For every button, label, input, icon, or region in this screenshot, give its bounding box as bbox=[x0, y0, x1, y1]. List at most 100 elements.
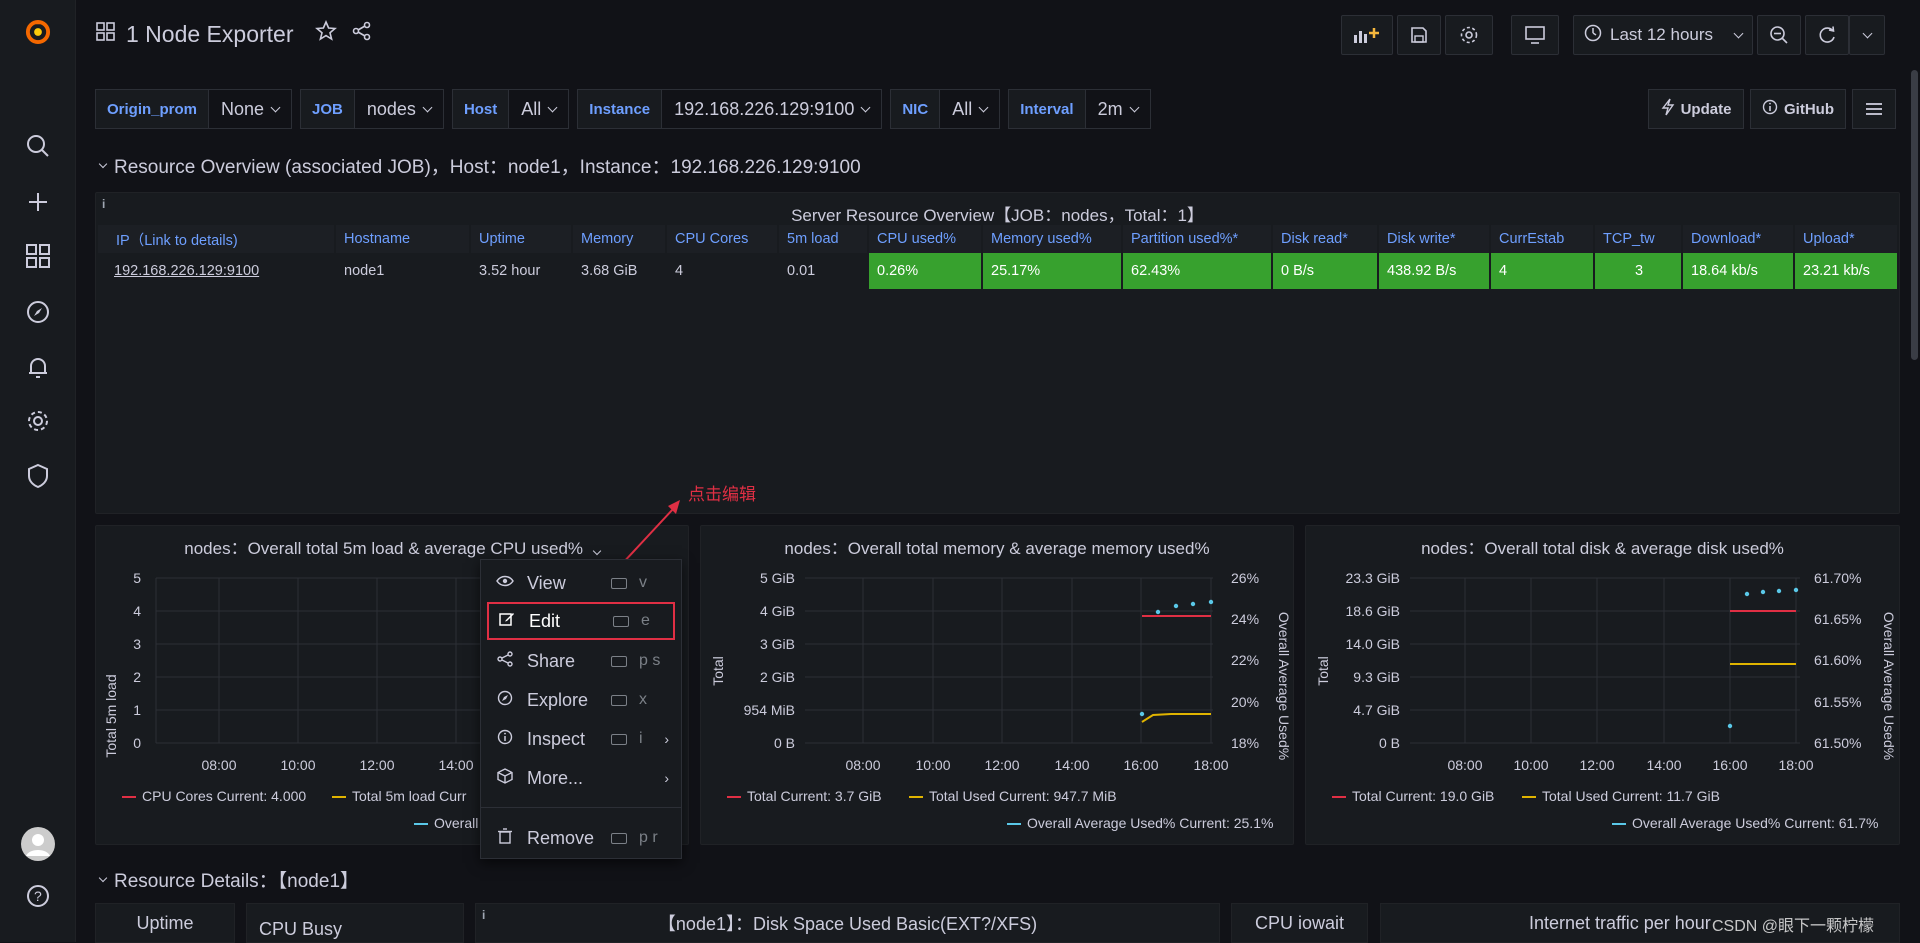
column-header[interactable]: Disk write* bbox=[1379, 225, 1489, 253]
column-header[interactable]: Upload* bbox=[1795, 225, 1897, 253]
x-tick: 12:00 bbox=[984, 757, 1019, 773]
grafana-logo-icon[interactable] bbox=[24, 18, 52, 46]
legend-item-total-used[interactable]: Total Used Current: 947.7 MiB bbox=[909, 788, 1117, 804]
y-tick: 14.0 GiB bbox=[1346, 636, 1400, 652]
legend-item-overall[interactable]: Overall bbox=[414, 815, 478, 831]
y2-tick: 61.70% bbox=[1814, 570, 1861, 586]
panel-title[interactable]: Internet traffic per hour bbox=[1529, 913, 1711, 934]
dashboard-title-area: 1 Node Exporter bbox=[96, 19, 373, 48]
hamburger-menu-button[interactable] bbox=[1852, 89, 1896, 129]
chevron-down-icon bbox=[547, 102, 558, 112]
template-variables: Origin_prom None JOB nodes Host All Inst… bbox=[95, 89, 1159, 129]
time-range-picker[interactable]: Last 12 hours bbox=[1573, 15, 1753, 55]
zoom-out-button[interactable] bbox=[1757, 15, 1801, 55]
column-header[interactable]: CPU used% bbox=[869, 225, 981, 253]
github-link-button[interactable]: GitHub bbox=[1750, 89, 1846, 129]
panel-title[interactable]: CPU Busy bbox=[259, 919, 342, 940]
column-header[interactable]: Disk read* bbox=[1273, 225, 1377, 253]
column-header[interactable]: Partition used%* bbox=[1123, 225, 1271, 253]
alerting-bell-icon[interactable] bbox=[24, 353, 52, 381]
menu-item-label: Remove bbox=[527, 827, 595, 848]
legend-item-overall-used[interactable]: Overall Average Used% Current: 25.1% bbox=[1007, 815, 1273, 831]
panel-title[interactable]: CPU iowait bbox=[1255, 913, 1344, 934]
ip-details-link[interactable]: 192.168.226.129:9100 bbox=[114, 263, 259, 279]
legend-item-total[interactable]: Total Current: 19.0 GiB bbox=[1332, 788, 1494, 804]
row-toggle-resource-overview[interactable]: Resource Overview (associated JOB)，Host：… bbox=[98, 152, 861, 179]
refresh-button[interactable] bbox=[1805, 15, 1849, 55]
help-icon[interactable]: ? bbox=[24, 882, 52, 910]
variable-value: nodes bbox=[366, 98, 416, 119]
column-header[interactable]: CPU Cores bbox=[667, 225, 777, 253]
cpu-busy-panel: CPU Busy bbox=[246, 903, 464, 943]
series-overall-points bbox=[1139, 599, 1214, 717]
column-header[interactable]: Memory used% bbox=[983, 225, 1121, 253]
column-header[interactable]: Uptime bbox=[471, 225, 571, 253]
legend-label: Overall Average Used% Current: 61.7% bbox=[1632, 815, 1879, 831]
table-cell: 0.26% bbox=[869, 253, 981, 289]
row-toggle-resource-details[interactable]: Resource Details：【node1】 bbox=[98, 866, 359, 893]
dashboard-settings-button[interactable] bbox=[1445, 15, 1493, 55]
menu-item-share[interactable]: Share p s bbox=[481, 642, 681, 680]
variable-select-origin-prom[interactable]: None bbox=[209, 89, 293, 129]
explore-compass-icon[interactable] bbox=[24, 298, 52, 326]
variable-select-job[interactable]: nodes bbox=[354, 89, 444, 129]
table-cell: 3.68 GiB bbox=[581, 263, 638, 279]
legend-item-cpu-cores[interactable]: CPU Cores Current: 4.000 bbox=[122, 788, 306, 804]
menu-item-remove[interactable]: Remove p r bbox=[481, 819, 681, 857]
y-tick: 2 bbox=[133, 669, 141, 685]
legend-item-total-used[interactable]: Total Used Current: 11.7 GiB bbox=[1522, 788, 1720, 804]
legend-item-overall-used[interactable]: Overall Average Used% Current: 61.7% bbox=[1612, 815, 1878, 831]
menu-item-view[interactable]: View v bbox=[481, 564, 681, 602]
avatar[interactable] bbox=[20, 826, 56, 862]
disk-chart-panel: nodes：Overall total disk & average disk … bbox=[1305, 525, 1900, 845]
scrollbar[interactable] bbox=[1911, 70, 1918, 360]
y2-tick: 26% bbox=[1231, 570, 1259, 586]
y-tick: 18.6 GiB bbox=[1346, 603, 1400, 619]
settings-gear-icon[interactable] bbox=[24, 407, 52, 435]
grid bbox=[1410, 577, 1800, 744]
legend-label: Total Used Current: 947.7 MiB bbox=[929, 788, 1117, 804]
variable-label-origin-prom: Origin_prom bbox=[95, 89, 210, 129]
add-panel-button[interactable] bbox=[1341, 15, 1393, 55]
variable-value: None bbox=[221, 98, 265, 119]
eye-icon bbox=[495, 574, 515, 592]
plus-icon[interactable] bbox=[24, 188, 52, 216]
panel-title[interactable]: Uptime bbox=[136, 913, 193, 934]
grid bbox=[805, 577, 1213, 744]
dashboard-title[interactable]: 1 Node Exporter bbox=[126, 21, 293, 48]
save-dashboard-button[interactable] bbox=[1397, 15, 1441, 55]
legend-item-total-load[interactable]: Total 5m load Curr bbox=[332, 788, 466, 804]
update-link-button[interactable]: Update bbox=[1648, 89, 1744, 129]
panel-info-icon[interactable]: i bbox=[482, 908, 485, 922]
keyboard-icon bbox=[611, 577, 627, 589]
menu-item-inspect[interactable]: Inspect i › bbox=[481, 720, 681, 758]
y-tick: 4.7 GiB bbox=[1353, 702, 1400, 718]
keyboard-icon bbox=[611, 832, 627, 844]
variable-select-instance[interactable]: 192.168.226.129:9100 bbox=[662, 89, 883, 129]
refresh-interval-dropdown[interactable] bbox=[1849, 15, 1885, 55]
dashboards-grid-icon[interactable] bbox=[96, 21, 116, 48]
shield-icon[interactable] bbox=[24, 462, 52, 490]
table-cell: 4 bbox=[1491, 253, 1593, 289]
variable-select-interval[interactable]: 2m bbox=[1085, 89, 1151, 129]
variable-select-host[interactable]: All bbox=[509, 89, 570, 129]
column-header[interactable]: Memory bbox=[573, 225, 665, 253]
search-icon[interactable] bbox=[24, 132, 52, 160]
dashboards-icon[interactable] bbox=[24, 242, 52, 270]
table-cell: node1 bbox=[344, 263, 385, 279]
menu-item-more[interactable]: More... › bbox=[481, 759, 681, 797]
star-icon[interactable] bbox=[315, 19, 338, 48]
cycle-view-mode-button[interactable] bbox=[1511, 15, 1559, 55]
menu-item-explore[interactable]: Explore x bbox=[481, 681, 681, 719]
column-header[interactable]: 5m load bbox=[779, 225, 867, 253]
share-icon[interactable] bbox=[351, 20, 373, 48]
column-header[interactable]: TCP_tw bbox=[1595, 225, 1681, 253]
column-header[interactable]: CurrEstab bbox=[1491, 225, 1593, 253]
column-header[interactable]: Hostname bbox=[336, 225, 469, 253]
legend-item-total[interactable]: Total Current: 3.7 GiB bbox=[727, 788, 882, 804]
column-header[interactable]: IP（Link to details) bbox=[98, 225, 334, 253]
menu-item-edit[interactable]: Edit e bbox=[487, 602, 675, 640]
variable-select-nic[interactable]: All bbox=[940, 89, 1001, 129]
panel-title[interactable]: 【node1】：Disk Space Used Basic(EXT?/XFS) bbox=[658, 910, 1037, 936]
column-header[interactable]: Download* bbox=[1683, 225, 1793, 253]
